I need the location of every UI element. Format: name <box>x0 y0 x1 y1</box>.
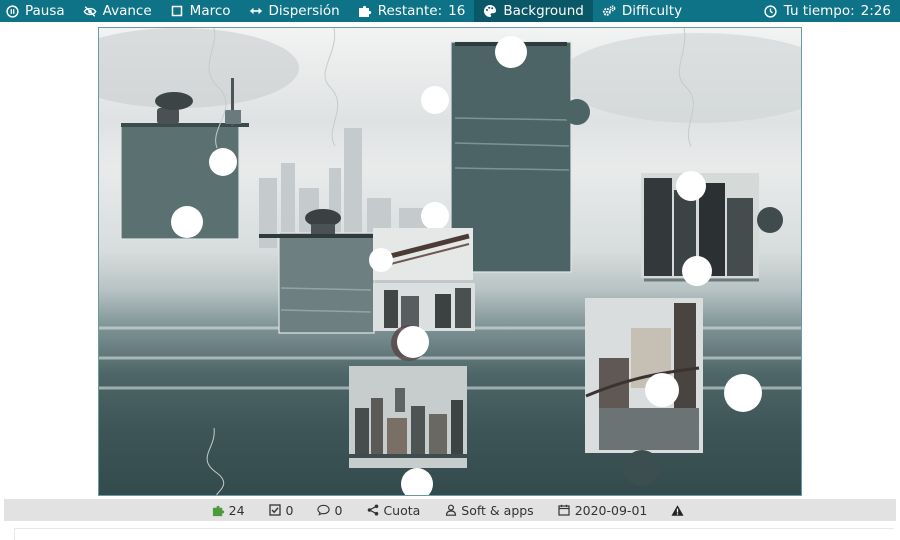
square-icon <box>170 4 184 18</box>
difficulty-button[interactable]: Difficulty <box>593 0 691 22</box>
background-button[interactable]: Background <box>474 0 593 22</box>
pause-label: Pausa <box>25 3 65 19</box>
palette-icon <box>483 4 497 18</box>
frame-label: Marco <box>189 3 231 19</box>
game-toolbar: Pausa Avance Marco Dispersión Restante: … <box>0 0 900 22</box>
pause-circle-icon <box>5 4 19 18</box>
scatter-button[interactable]: Dispersión <box>240 0 349 22</box>
completed-count: 0 <box>269 502 294 518</box>
completed-value: 0 <box>285 502 294 518</box>
remaining-counter: Restante: 16 <box>349 0 475 22</box>
timer-value: 2:26 <box>860 3 891 19</box>
status-bar: 24 0 0 Cuota Soft & apps 2020-09-01 <box>4 499 896 521</box>
comment-icon <box>317 504 331 517</box>
clock-icon <box>764 4 778 18</box>
check-square-icon <box>269 504 282 517</box>
author-name: Soft & apps <box>461 502 534 518</box>
comments-link[interactable]: 0 <box>317 503 342 518</box>
calendar-icon <box>558 504 571 517</box>
puzzle-board[interactable] <box>98 27 802 496</box>
piece-bridge-center[interactable] <box>369 228 473 280</box>
puzzle-piece-icon <box>358 4 372 18</box>
piece-right-skyscraper[interactable] <box>641 171 783 286</box>
author-link[interactable]: Soft & apps <box>444 502 534 518</box>
piece-count: 24 <box>212 503 245 518</box>
progress-toggle[interactable]: Avance <box>74 0 161 22</box>
timer-label: Tu tiempo: <box>783 3 855 19</box>
warning-icon <box>671 504 684 517</box>
share-link[interactable]: Cuota <box>366 503 420 518</box>
share-icon <box>366 504 379 517</box>
pause-button[interactable]: Pausa <box>0 0 74 22</box>
remaining-value: 16 <box>448 3 466 19</box>
progress-label: Avance <box>102 3 152 19</box>
frame-toggle[interactable]: Marco <box>161 0 240 22</box>
comments-value: 0 <box>334 502 343 518</box>
difficulty-label: Difficulty <box>621 3 683 19</box>
background-label: Background <box>503 3 584 19</box>
eye-slash-icon <box>83 4 97 18</box>
scatter-label: Dispersión <box>268 3 340 19</box>
comments-panel <box>14 528 894 540</box>
report-button[interactable] <box>671 504 688 517</box>
piece-count-value: 24 <box>228 502 245 518</box>
share-label: Cuota <box>383 502 421 518</box>
arrows-horizontal-icon <box>249 4 263 18</box>
cogs-icon <box>602 4 616 18</box>
user-icon <box>444 504 457 517</box>
puzzle-piece-icon <box>212 504 225 517</box>
piece-lower-city[interactable] <box>349 326 467 496</box>
remaining-label: Restante: <box>377 3 443 19</box>
timer: Tu tiempo: 2:26 <box>755 0 900 22</box>
puzzle-image <box>99 28 801 496</box>
date-value: 2020-09-01 <box>574 502 648 518</box>
publish-date: 2020-09-01 <box>558 502 648 518</box>
piece-bridge-tower[interactable] <box>585 298 762 486</box>
